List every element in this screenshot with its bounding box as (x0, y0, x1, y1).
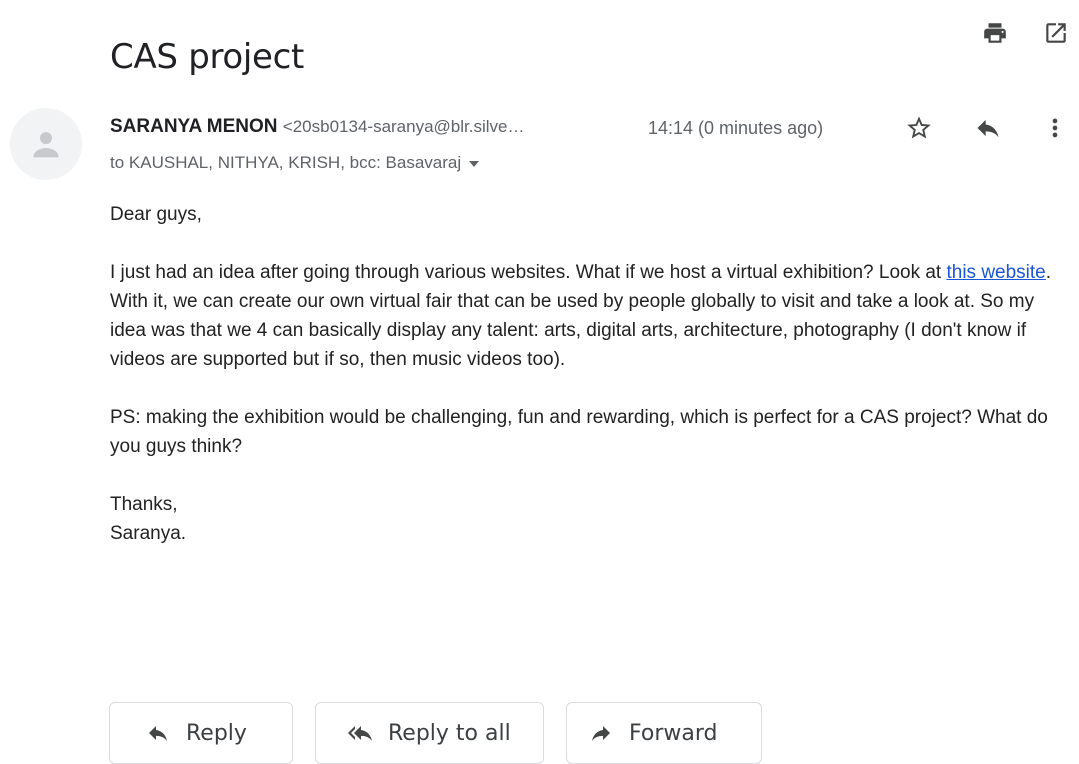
website-link[interactable]: this website (946, 262, 1045, 283)
open-in-new-window-icon[interactable] (1043, 20, 1069, 46)
recipients-line: to KAUSHAL, NITHYA, KRISH, bcc: Basavara… (110, 152, 480, 174)
avatar (10, 108, 82, 180)
forward-button[interactable]: Forward (566, 702, 762, 764)
reply-button[interactable]: Reply (109, 702, 293, 764)
paragraph-1-start: I just had an idea after going through v… (110, 262, 947, 283)
reply-all-button-label: Reply to all (388, 720, 511, 746)
greeting: Dear guys, (110, 204, 202, 225)
closing: Thanks, (110, 494, 178, 515)
recipients-text: to KAUSHAL, NITHYA, KRISH, bcc: Basavara… (110, 153, 462, 172)
reply-all-icon (348, 726, 372, 741)
chevron-down-icon[interactable] (469, 161, 480, 167)
email-subject: CAS project (110, 36, 305, 77)
paragraph-1: I just had an idea after going through v… (110, 258, 1070, 374)
sender-line: SARANYA MENON <20sb0134-saranya@blr.silv… (110, 115, 525, 139)
reply-icon (149, 726, 167, 741)
forward-icon (592, 726, 610, 741)
more-vertical-icon[interactable] (1040, 113, 1070, 143)
reply-icon[interactable] (973, 113, 1003, 143)
print-icon[interactable] (982, 20, 1008, 46)
paragraph-2: PS: making the exhibition would be chall… (110, 407, 1048, 457)
sender-email: <20sb0134-saranya@blr.silve… (282, 117, 525, 136)
reply-all-button[interactable]: Reply to all (315, 702, 544, 764)
signature: Saranya. (110, 523, 187, 544)
email-timestamp: 14:14 (0 minutes ago) (648, 118, 824, 138)
email-body: Dear guys, I just had an idea after goin… (110, 200, 1070, 548)
star-outline-icon[interactable] (904, 113, 934, 143)
reply-button-label: Reply (186, 720, 247, 746)
sender-name[interactable]: SARANYA MENON (110, 116, 278, 137)
person-placeholder-icon (33, 132, 59, 158)
forward-button-label: Forward (629, 720, 718, 746)
